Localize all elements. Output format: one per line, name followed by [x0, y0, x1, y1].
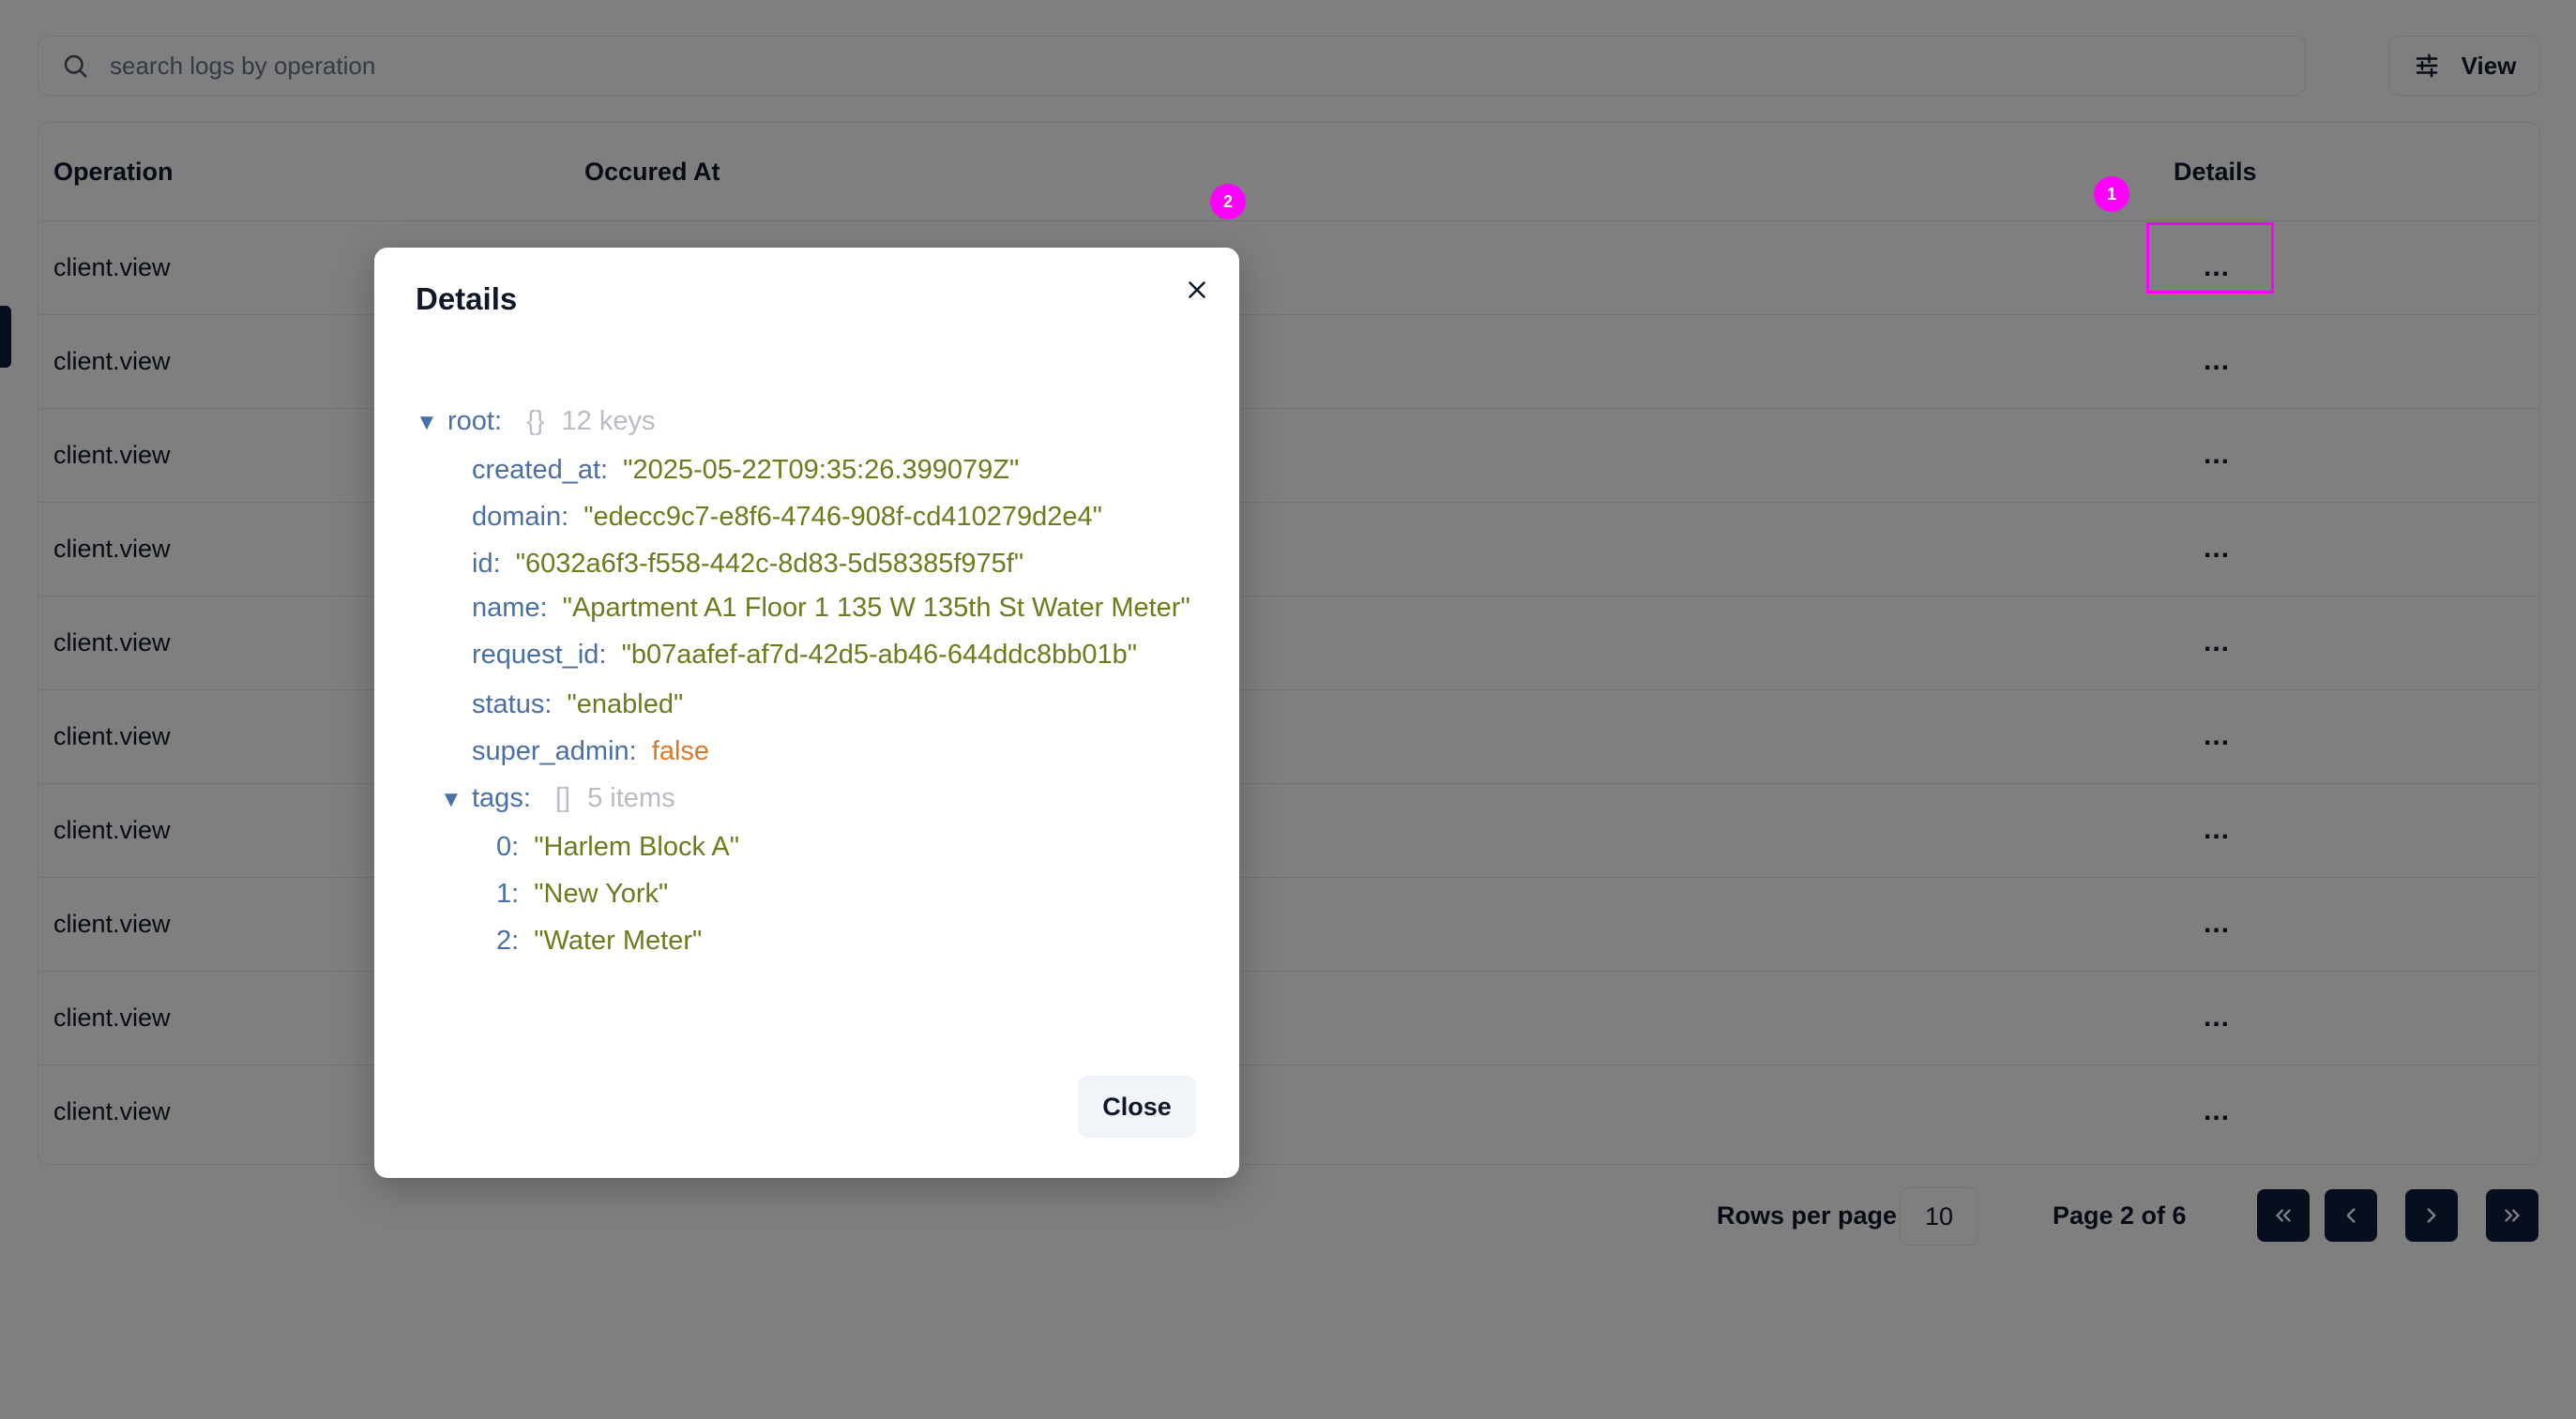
- json-key: name:: [472, 593, 548, 623]
- json-value: "Water Meter": [534, 926, 703, 956]
- json-key: created_at:: [472, 455, 609, 485]
- json-value: "6032a6f3-f558-442c-8d83-5d58385f975f": [515, 549, 1024, 579]
- json-field: status: "enabled": [472, 681, 1204, 728]
- json-field: request_id: "b07aafef-af7d-42d5-ab46-644…: [472, 634, 1204, 675]
- collapse-triangle-icon[interactable]: ▼: [416, 400, 447, 446]
- details-dialog: Details ▼ root: {} 12 keys created_at: "2…: [374, 248, 1239, 1178]
- json-key: id:: [472, 549, 501, 579]
- json-field: created_at: "2025-05-22T09:35:26.399079Z…: [472, 446, 1204, 493]
- json-field: 1: "New York": [496, 870, 1204, 917]
- json-key: 2:: [496, 926, 520, 956]
- json-brace: []: [554, 783, 571, 813]
- annotation-badge-2: 2: [1210, 184, 1246, 219]
- json-value: "b07aafef-af7d-42d5-ab46-644ddc8bb01b": [621, 640, 1138, 670]
- json-value: false: [651, 736, 710, 766]
- annotation-highlight-box: [2146, 222, 2274, 294]
- json-key: domain:: [472, 502, 569, 532]
- json-count: 12 keys: [561, 406, 656, 436]
- collapse-triangle-icon[interactable]: ▼: [440, 777, 472, 823]
- json-field: super_admin: false: [472, 728, 1204, 775]
- json-field: 0: "Harlem Block A": [496, 823, 1204, 870]
- json-field: name: "Apartment A1 Floor 1 135 W 135th …: [472, 587, 1204, 628]
- json-key: tags:: [472, 783, 531, 813]
- json-root-row[interactable]: ▼ root: {} 12 keys: [416, 398, 1204, 446]
- dialog-title: Details: [416, 281, 518, 316]
- json-value: "New York": [534, 879, 669, 909]
- json-tags-row[interactable]: ▼ tags: [] 5 items: [416, 775, 1204, 823]
- close-button[interactable]: Close: [1078, 1076, 1196, 1138]
- json-key: 1:: [496, 879, 520, 909]
- close-icon[interactable]: [1183, 276, 1211, 304]
- json-brace: {}: [526, 406, 545, 436]
- json-value: "2025-05-22T09:35:26.399079Z": [623, 455, 1020, 485]
- json-field: domain: "edecc9c7-e8f6-4746-908f-cd41027…: [472, 493, 1204, 540]
- json-value: "edecc9c7-e8f6-4746-908f-cd410279d2e4": [583, 502, 1102, 532]
- json-value: "enabled": [567, 689, 684, 719]
- json-count: 5 items: [587, 783, 675, 813]
- json-viewer: ▼ root: {} 12 keys created_at: "2025-05-2…: [416, 398, 1204, 964]
- json-field: 2: "Water Meter": [496, 917, 1204, 964]
- json-key: status:: [472, 689, 553, 719]
- json-value: "Apartment A1 Floor 1 135 W 135th St Wat…: [562, 593, 1190, 623]
- json-key: 0:: [496, 832, 520, 862]
- json-key: super_admin:: [472, 736, 637, 766]
- json-key: request_id:: [472, 640, 607, 670]
- json-field: id: "6032a6f3-f558-442c-8d83-5d58385f975…: [472, 540, 1204, 587]
- json-value: "Harlem Block A": [534, 832, 740, 862]
- json-key: root:: [447, 406, 503, 436]
- annotation-badge-1: 1: [2094, 176, 2129, 212]
